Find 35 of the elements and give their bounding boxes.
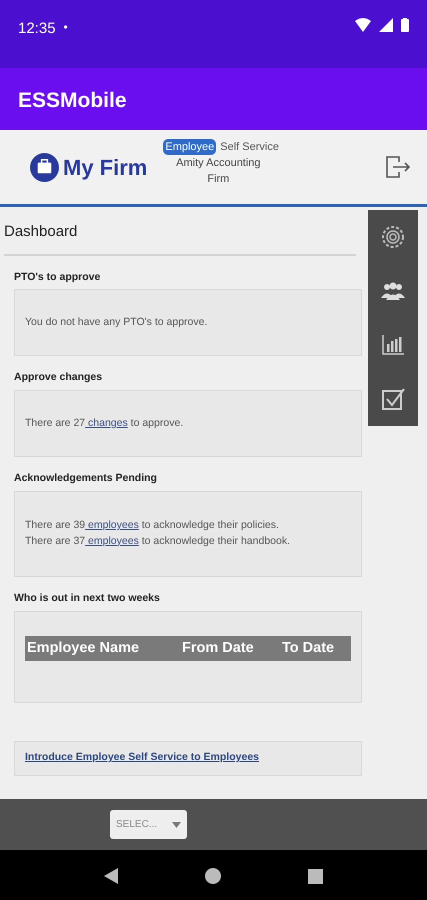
column-header: To Date: [282, 638, 334, 658]
back-icon[interactable]: [104, 868, 118, 884]
column-header: From Date: [182, 638, 255, 658]
logout-icon[interactable]: [385, 155, 411, 179]
company-name: Amity Accounting Firm: [175, 156, 262, 188]
battery-icon: [401, 18, 409, 32]
app-title: ESSMobile: [18, 89, 127, 112]
section-title: Acknowledgements Pending: [14, 471, 158, 486]
column-header: Employee Name: [27, 638, 140, 658]
introduce-link[interactable]: Introduce Employee Self Service to Employees: [25, 750, 259, 766]
section-title: Approve changes: [14, 370, 104, 386]
employee-tag: Employee: [163, 138, 216, 156]
status-dot: •: [64, 19, 68, 36]
employees-link[interactable]: employees: [85, 534, 139, 547]
employees-link[interactable]: employees: [85, 519, 139, 531]
employees-link[interactable]: changes: [85, 416, 128, 429]
settings-icon[interactable]: [380, 224, 406, 250]
bar-chart-icon[interactable]: [380, 332, 406, 358]
home-icon[interactable]: [204, 868, 221, 884]
briefcase-icon: [30, 152, 59, 182]
section-title: Who is out in next two weeks: [14, 590, 161, 606]
wifi-icon: [355, 18, 371, 32]
caret-icon: [172, 822, 181, 828]
recents-icon[interactable]: [308, 868, 324, 884]
message-text: There are 39 employees to acknowledge their policies.: [25, 518, 280, 533]
message-text: There are 37 employees to acknowledge their handbook.: [25, 534, 292, 549]
message-text: There are 27 changes to approve.: [25, 416, 184, 431]
dashboard-title: Dashboard: [4, 207, 356, 256]
signal-icon: [379, 18, 393, 32]
tagline: Self Service: [220, 140, 279, 155]
logo-text: My Firm: [63, 154, 148, 182]
message-text: You do not have any PTO's to approve.: [25, 314, 208, 330]
section-title: PTO's to approve: [14, 270, 102, 284]
status-time: 12:35: [18, 19, 56, 39]
checkbox-icon[interactable]: [380, 386, 406, 412]
